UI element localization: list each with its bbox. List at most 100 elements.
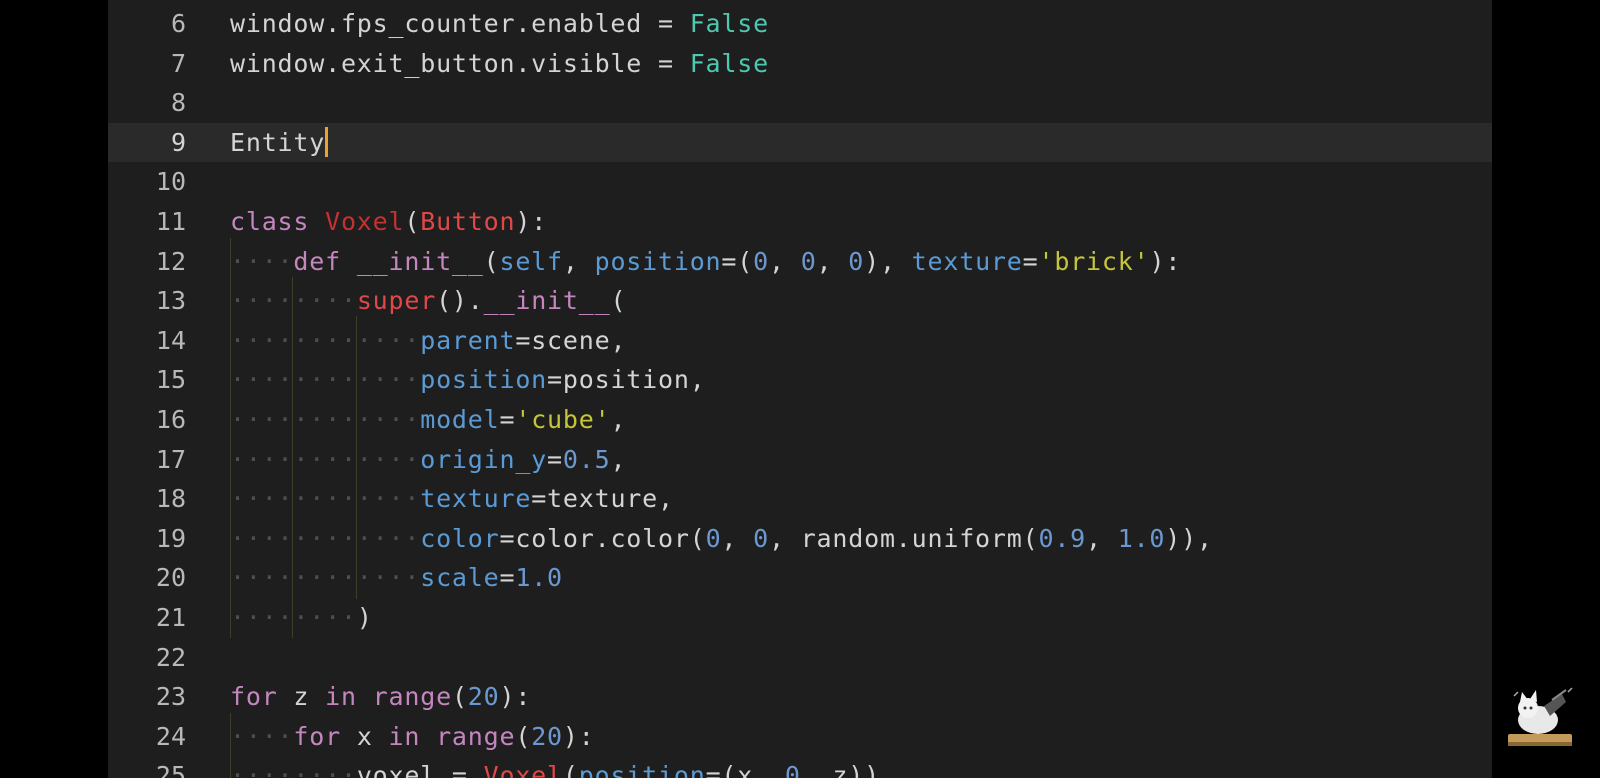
line-number: 20 — [155, 563, 186, 593]
code-token: (). — [436, 286, 484, 316]
code-line[interactable]: 10 — [108, 162, 1492, 202]
code-token: , — [768, 523, 801, 553]
code-token: scene, — [531, 325, 627, 355]
code-line[interactable]: 6 window.fps_counter.enabled = False — [108, 4, 1492, 44]
code-line[interactable]: 25 ········voxel = Voxel(position=(x, 0, … — [108, 756, 1492, 778]
code-token: ············ — [230, 484, 421, 514]
code-line[interactable]: 7 window.exit_button.visible = False — [108, 44, 1492, 84]
code-token: 0 — [800, 246, 817, 276]
code-editor[interactable]: 6 window.fps_counter.enabled = False 7 wind… — [108, 0, 1492, 778]
code-line[interactable]: 13 ········super().__init__( — [108, 281, 1492, 321]
code-token: texture, — [547, 484, 674, 514]
code-token: 0 — [848, 246, 865, 276]
code-token: for — [230, 682, 294, 712]
code-token: 0 — [753, 246, 769, 276]
code-token: = — [547, 444, 563, 474]
code-text: Entity — [230, 123, 329, 163]
line-number: 21 — [155, 603, 186, 632]
line-number: 22 — [155, 642, 186, 672]
code-token: ( — [451, 682, 468, 712]
code-token: 1.0 — [1117, 523, 1166, 553]
code-text: ············position=position, — [230, 360, 706, 400]
line-number: 8 — [170, 88, 186, 118]
code-token: , — [562, 246, 595, 276]
code-line[interactable]: 14 ············parent=scene, — [108, 321, 1492, 361]
code-token: , — [610, 405, 627, 434]
code-line[interactable]: 11 class Voxel(Button): — [108, 202, 1492, 242]
code-text: ············scale=1.0 — [230, 558, 563, 598]
line-number: 17 — [155, 444, 186, 474]
code-token: 0 — [753, 523, 769, 553]
code-token: z — [293, 682, 326, 712]
code-token: = — [499, 405, 516, 434]
code-text: ····for x in range(20): — [230, 717, 595, 757]
code-token: ············ — [230, 523, 421, 553]
code-line[interactable]: 12 ····def __init__(self, position=(0, 0,… — [108, 242, 1492, 282]
code-token: x — [356, 721, 389, 751]
cat-mascot-icon — [1506, 686, 1574, 750]
code-text: for z in range(20): — [230, 677, 531, 717]
line-number: 16 — [155, 405, 186, 434]
code-token: False — [689, 9, 769, 38]
code-token: ( — [610, 286, 627, 316]
text-cursor — [325, 126, 329, 157]
code-line[interactable]: 22 — [108, 638, 1492, 678]
code-line[interactable]: 16 ············model='cube', — [108, 400, 1492, 440]
code-token: random.uniform( — [800, 523, 1039, 553]
code-token: scale — [420, 563, 500, 593]
code-token: 'cube' — [515, 405, 611, 434]
code-token: class — [230, 207, 326, 236]
code-token: , — [610, 444, 627, 474]
code-text: ············color=color.color(0, 0, rand… — [230, 519, 1213, 559]
code-token: = — [1022, 246, 1039, 276]
code-token: , — [816, 246, 849, 276]
code-line[interactable]: 19 ············color=color.color(0, 0, ra… — [108, 519, 1492, 559]
code-token: 20 — [531, 721, 563, 751]
code-text: ····def __init__(self, position=(0, 0, 0… — [230, 242, 1181, 282]
code-line[interactable]: 21 ········) — [108, 598, 1492, 638]
code-token: 0.9 — [1038, 523, 1087, 553]
line-number: 14 — [155, 325, 186, 355]
code-token: ········ — [230, 286, 357, 316]
code-token: , — [1086, 523, 1118, 553]
code-token: Voxel — [325, 207, 405, 236]
code-token: 0 — [705, 523, 722, 553]
code-token: self — [499, 246, 563, 276]
code-token: )), — [1165, 523, 1213, 553]
code-line[interactable]: 15 ············position=position, — [108, 360, 1492, 400]
code-token: = — [515, 325, 532, 355]
code-token: position, — [562, 365, 706, 395]
code-token: ( — [404, 207, 421, 236]
code-token: ( — [515, 721, 532, 751]
code-token: origin_y — [420, 444, 548, 474]
code-token: ): — [562, 721, 595, 751]
code-token: ········ — [230, 761, 357, 778]
code-text: ············model='cube', — [230, 400, 626, 440]
line-number: 9 — [170, 127, 186, 157]
code-line[interactable]: 8 — [108, 83, 1492, 123]
code-token: ( — [737, 246, 754, 276]
code-line[interactable]: 9 Entity — [108, 122, 1492, 163]
code-token: ): — [1149, 246, 1182, 276]
code-token: range — [372, 682, 452, 712]
code-text: window.exit_button.visible = False — [230, 44, 769, 84]
code-line[interactable]: 17 ············origin_y=0.5, — [108, 440, 1492, 480]
code-text: ············parent=scene, — [230, 321, 626, 361]
code-token: (x, — [721, 761, 785, 778]
code-token: window.fps_counter.enabled — [230, 9, 658, 38]
code-token: position — [578, 761, 706, 778]
code-token: Button — [420, 207, 516, 236]
code-token: color.color( — [515, 523, 706, 553]
code-token: 1.0 — [515, 563, 563, 593]
code-token: texture — [911, 246, 1023, 276]
code-line[interactable]: 20 ············scale=1.0 — [108, 558, 1492, 598]
code-line[interactable]: 23 for z in range(20): — [108, 677, 1492, 717]
code-line[interactable]: 24 ····for x in range(20): — [108, 717, 1492, 757]
code-token: = — [547, 365, 563, 395]
code-line[interactable]: 18 ············texture=texture, — [108, 479, 1492, 519]
code-token: ············ — [230, 405, 421, 434]
code-text: class Voxel(Button): — [230, 202, 547, 242]
code-token: ········ — [230, 603, 357, 632]
code-token: ): — [499, 682, 532, 712]
code-token: ············ — [230, 365, 421, 395]
